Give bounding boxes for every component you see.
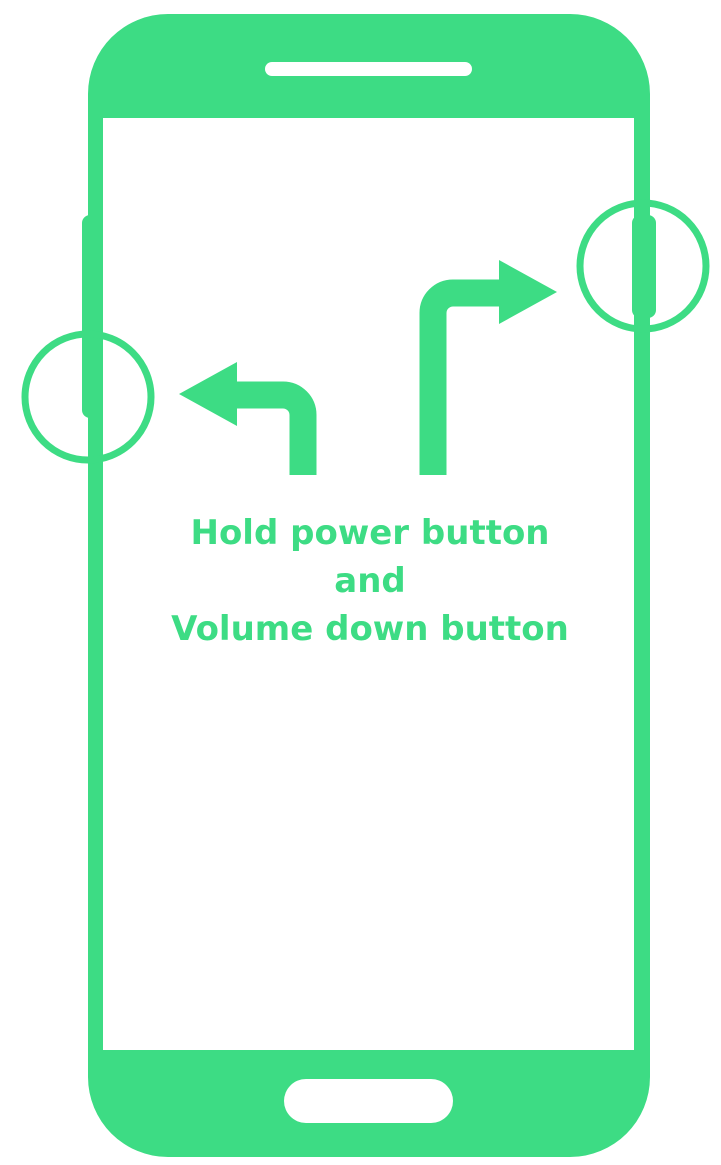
instruction-line-1: Hold power button xyxy=(190,513,550,553)
home-button xyxy=(284,1079,453,1123)
arrow-turn-right-icon xyxy=(419,260,557,475)
instruction-line-3: Volume down button xyxy=(171,609,569,649)
arrow-turn-left-icon xyxy=(179,362,317,475)
speaker-slot xyxy=(265,62,472,76)
instruction-line-2: and xyxy=(334,561,406,601)
